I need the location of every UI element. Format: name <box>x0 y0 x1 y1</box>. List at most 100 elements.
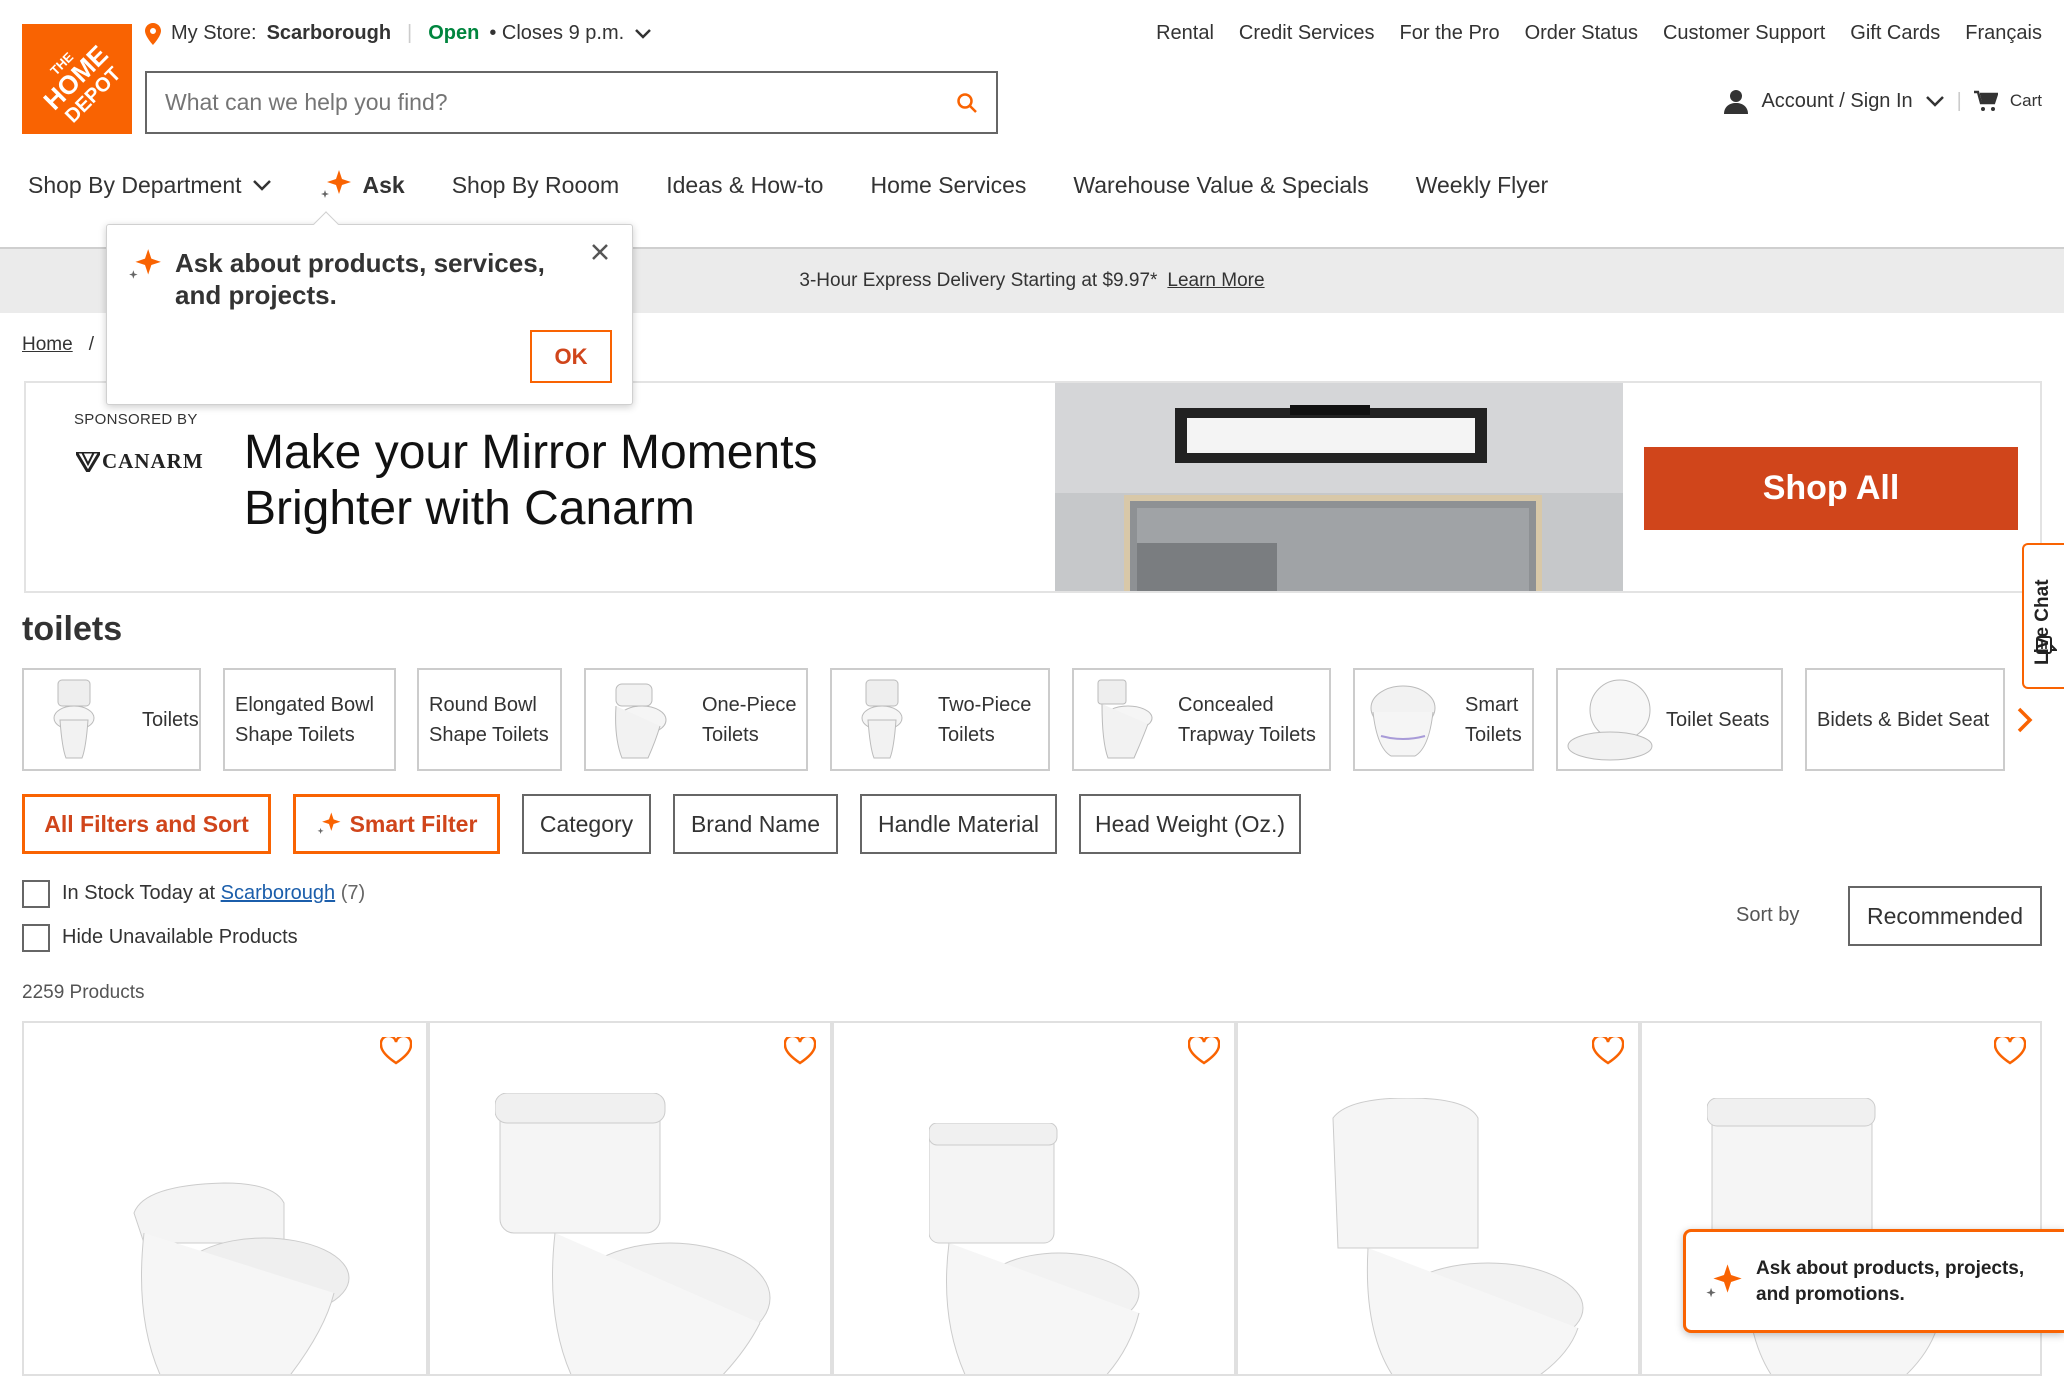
category-concealed-trapway[interactable]: Concealed Trapway Toilets <box>1072 668 1331 771</box>
nav-warehouse[interactable]: Warehouse Value & Specials <box>1073 172 1368 199</box>
category-label: Toilet Seats <box>1666 708 1770 731</box>
ask-label: Ask <box>362 171 405 198</box>
category-filter-button[interactable]: Category <box>522 794 651 854</box>
in-stock-count: (7) <box>340 882 366 904</box>
toilet-thumbnail <box>52 678 96 762</box>
popover-arrow <box>313 211 339 237</box>
category-label: Round Bowl Shape Toilets <box>429 693 549 746</box>
ask-tooltip-popover: Ask about products, services, and projec… <box>106 211 633 405</box>
nav-weekly-flyer[interactable]: Weekly Flyer <box>1416 172 1549 199</box>
chat-widget-text: Ask about products, projects, and promot… <box>1756 1258 2025 1305</box>
canarm-logo: CANARM <box>76 449 204 474</box>
category-label: Bidets & Bidet Seat <box>1817 708 1990 731</box>
nav-gift-cards[interactable]: Gift Cards <box>1850 22 1940 45</box>
nav-rental[interactable]: Rental <box>1156 22 1214 45</box>
category-round-bowl[interactable]: Round Bowl Shape Toilets <box>417 668 562 771</box>
hide-unavailable-checkbox[interactable] <box>22 924 50 952</box>
chevron-right-icon[interactable] <box>2016 706 2034 734</box>
search-bar <box>145 71 998 134</box>
search-icon[interactable] <box>956 92 978 114</box>
sparkle-icon <box>316 811 342 837</box>
sparkle-icon <box>127 247 163 283</box>
cart-label[interactable]: Cart <box>2010 91 2042 111</box>
sparkle-icon <box>1704 1262 1744 1302</box>
promo-text: 3-Hour Express Delivery Starting at $9.9… <box>799 270 1158 291</box>
category-one-piece[interactable]: One-Piece Toilets <box>584 668 808 771</box>
category-label: Elongated Bowl Shape Toilets <box>235 693 374 746</box>
product-card[interactable] <box>428 1021 832 1376</box>
heart-icon[interactable] <box>1188 1037 1220 1065</box>
in-stock-store-link[interactable]: Scarborough <box>221 882 336 904</box>
all-filters-button[interactable]: All Filters and Sort <box>22 794 271 854</box>
nav-for-the-pro[interactable]: For the Pro <box>1400 22 1500 45</box>
store-open-status: Open <box>428 22 480 44</box>
location-pin-icon <box>145 22 161 45</box>
ask-chat-widget[interactable]: Ask about products, projects, and promot… <box>1683 1229 2064 1333</box>
category-label: Two-Piece Toilets <box>938 693 1032 746</box>
nav-francais[interactable]: Français <box>1965 22 2042 45</box>
popover-text: Ask about products, services, and projec… <box>175 248 545 310</box>
nav-shop-by-room[interactable]: Shop By Rooom <box>452 172 619 199</box>
chevron-down-icon[interactable] <box>1925 95 1945 107</box>
category-toilet-seats[interactable]: Toilet Seats <box>1556 668 1783 771</box>
utility-nav: Rental Credit Services For the Pro Order… <box>1156 22 2042 45</box>
handle-material-filter-button[interactable]: Handle Material <box>860 794 1057 854</box>
popover-ok-button[interactable]: OK <box>530 330 612 383</box>
category-bidets[interactable]: Bidets & Bidet Seat <box>1805 668 2005 771</box>
ask-nav[interactable]: Ask <box>319 168 405 202</box>
in-stock-checkbox[interactable] <box>22 880 50 908</box>
cart-icon[interactable] <box>1973 90 1998 112</box>
nav-credit-services[interactable]: Credit Services <box>1239 22 1375 45</box>
toilet-thumbnail <box>1367 678 1439 762</box>
toilet-product-image <box>1332 1098 1584 1374</box>
toilet-thumbnail <box>860 678 904 762</box>
live-chat-tab[interactable]: Live Chat <box>2022 543 2064 689</box>
chevron-down-icon <box>252 179 272 191</box>
account-sign-in[interactable]: Account / Sign In <box>1761 90 1912 113</box>
category-toilets[interactable]: Toilets <box>22 668 201 771</box>
search-input[interactable] <box>165 89 925 116</box>
sort-select[interactable]: Recommended <box>1848 886 2042 946</box>
heart-icon[interactable] <box>1592 1037 1624 1065</box>
shop-by-department[interactable]: Shop By Department <box>28 172 272 199</box>
page-title: toilets <box>22 610 123 648</box>
toilet-product-image <box>929 1123 1140 1374</box>
nav-home-services[interactable]: Home Services <box>870 172 1026 199</box>
head-weight-filter-button[interactable]: Head Weight (Oz.) <box>1079 794 1301 854</box>
shop-all-button[interactable]: Shop All <box>1644 447 2018 530</box>
my-store[interactable]: My Store: Scarborough | Open • Closes 9 … <box>145 22 652 45</box>
close-icon[interactable] <box>591 243 609 261</box>
category-label: Toilets <box>142 708 199 731</box>
hide-unavailable-label: Hide Unavailable Products <box>62 926 298 948</box>
shop-by-department-label: Shop By Department <box>28 171 242 198</box>
account-area: Account / Sign In | Cart <box>1723 88 2042 114</box>
product-card[interactable] <box>832 1021 1236 1376</box>
category-elongated-bowl[interactable]: Elongated Bowl Shape Toilets <box>223 668 396 771</box>
breadcrumb-home[interactable]: Home <box>22 334 73 356</box>
nav-customer-support[interactable]: Customer Support <box>1663 22 1825 45</box>
smart-filter-button[interactable]: Smart Filter <box>293 794 500 854</box>
category-two-piece[interactable]: Two-Piece Toilets <box>830 668 1050 771</box>
product-card[interactable] <box>22 1021 428 1376</box>
product-card[interactable] <box>1236 1021 1640 1376</box>
heart-icon[interactable] <box>1994 1037 2026 1065</box>
sort-by-label: Sort by <box>1736 904 1800 926</box>
user-icon[interactable] <box>1723 88 1749 114</box>
home-depot-logo[interactable]: THE HOME DEPOT <box>22 24 132 134</box>
learn-more-link[interactable]: Learn More <box>1167 270 1264 292</box>
sponsored-ad-banner[interactable]: SPONSORED BY CANARM Make your Mirror Mom… <box>24 381 2042 593</box>
heart-icon[interactable] <box>380 1037 412 1065</box>
category-smart-toilets[interactable]: Smart Toilets <box>1353 668 1534 771</box>
nav-order-status[interactable]: Order Status <box>1525 22 1638 45</box>
nav-ideas[interactable]: Ideas & How-to <box>666 172 823 199</box>
brand-filter-button[interactable]: Brand Name <box>673 794 838 854</box>
category-label: Concealed Trapway Toilets <box>1178 693 1316 746</box>
heart-icon[interactable] <box>784 1037 816 1065</box>
toilet-seat-thumbnail <box>1566 676 1656 764</box>
store-prefix: My Store: <box>171 22 257 44</box>
store-name[interactable]: Scarborough <box>267 22 391 45</box>
breadcrumb: Home / <box>22 334 94 356</box>
toilet-thumbnail <box>606 678 668 762</box>
breadcrumb-separator: / <box>88 334 94 355</box>
chevron-down-icon[interactable] <box>634 28 652 40</box>
